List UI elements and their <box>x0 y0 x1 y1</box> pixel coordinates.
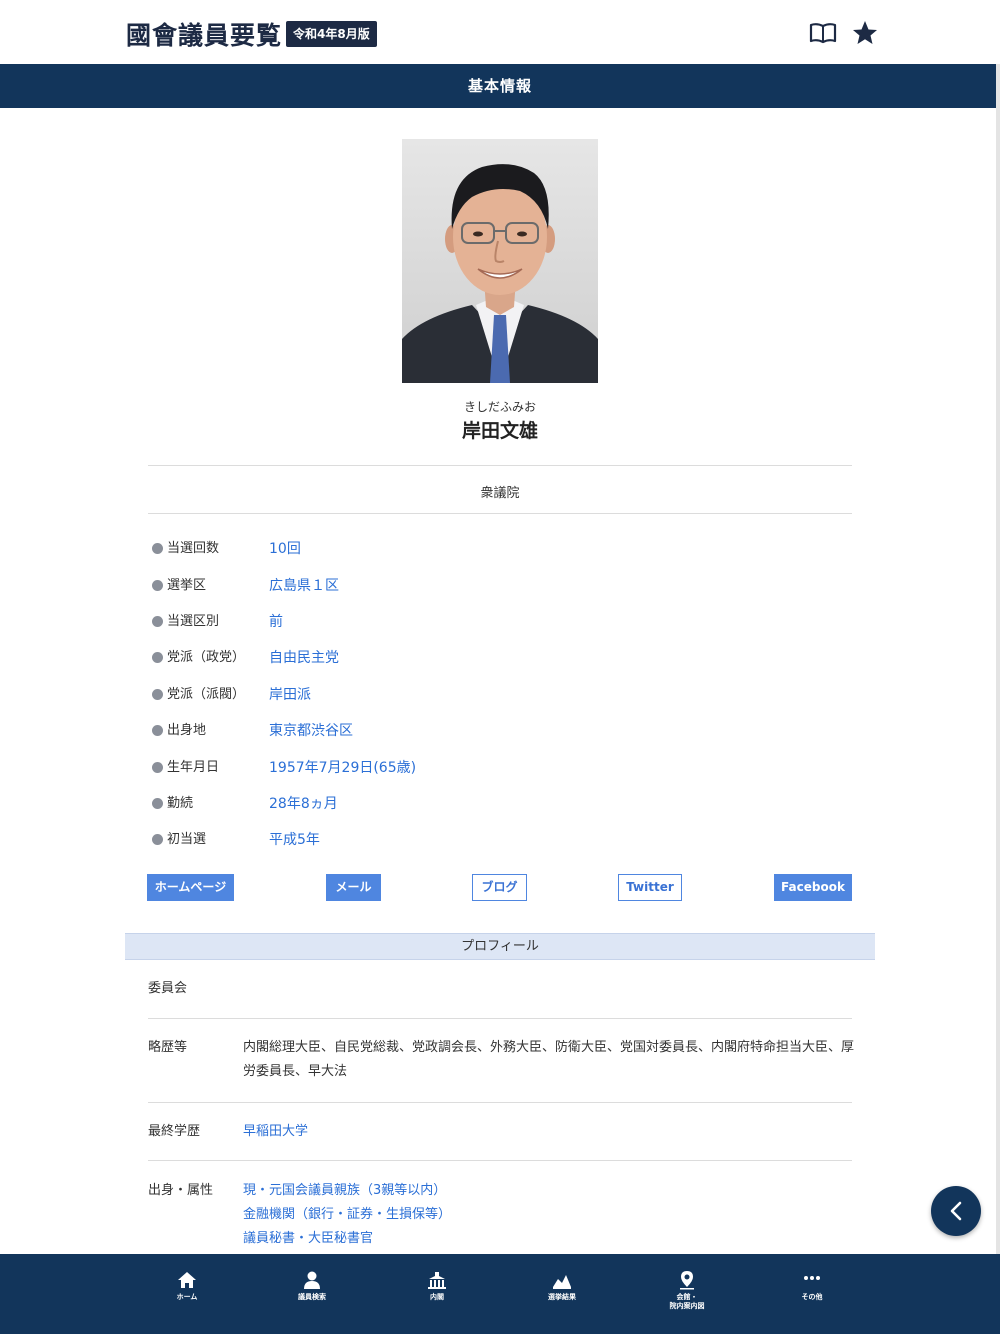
divider <box>148 1160 852 1161</box>
nav-label: 議員検索 <box>298 1293 326 1301</box>
nav-cabinet[interactable]: 内閣 <box>392 1270 482 1302</box>
nav-building-map[interactable]: 会館・ 院内案内図 <box>642 1270 732 1311</box>
profile-header: プロフィール <box>125 933 875 960</box>
twitter-button[interactable]: Twitter <box>618 874 682 901</box>
info-value-link[interactable]: 東京都渋谷区 <box>269 721 353 741</box>
divider <box>148 1102 852 1103</box>
building-icon <box>428 1272 446 1289</box>
education-label: 最終学歴 <box>148 1124 201 1139</box>
bullet-icon <box>152 580 163 591</box>
back-button[interactable] <box>931 1186 981 1236</box>
attributes-label: 出身・属性 <box>148 1183 214 1198</box>
info-value-link[interactable]: 平成5年 <box>269 830 320 850</box>
map-pin-icon <box>680 1271 694 1290</box>
info-value-link[interactable]: 10回 <box>269 539 301 559</box>
bullet-icon <box>152 652 163 663</box>
facebook-button[interactable]: Facebook <box>774 874 852 901</box>
nav-label: 内閣 <box>430 1293 444 1301</box>
bottom-nav: ホーム 議員検索 内閣 選挙結果 会館・ 院内案内図 その他 <box>0 1254 1000 1334</box>
info-value-link[interactable]: 自由民主党 <box>269 648 339 668</box>
info-label: 当選回数 <box>167 541 220 556</box>
homepage-button[interactable]: ホームページ <box>147 874 234 901</box>
info-label: 生年月日 <box>167 760 220 775</box>
nav-member-search[interactable]: 議員検索 <box>267 1270 357 1302</box>
divider <box>148 465 852 466</box>
info-label: 出身地 <box>167 723 207 738</box>
nav-label: その他 <box>801 1293 823 1301</box>
info-label: 選挙区 <box>167 578 207 593</box>
nav-election-results[interactable]: 選挙結果 <box>517 1270 607 1302</box>
top-header: 國會議員要覧 令和4年8月版 <box>0 0 1000 64</box>
divider <box>148 1018 852 1019</box>
info-label: 当選区別 <box>167 614 220 629</box>
attributes-list: 現・元国会議員親族（3親等以内） 金融機関（銀行・証券・生損保等） 議員秘書・大… <box>243 1179 855 1251</box>
education-link[interactable]: 早稲田大学 <box>243 1120 855 1144</box>
career-value: 内閣総理大臣、自民党総裁、党政調会長、外務大臣、防衛大臣、党国対委員長、内閣府特… <box>243 1040 855 1079</box>
edition-badge: 令和4年8月版 <box>286 21 377 47</box>
career-label: 略歴等 <box>148 1040 188 1055</box>
home-icon <box>178 1272 196 1288</box>
bullet-icon <box>152 725 163 736</box>
chart-icon <box>553 1275 571 1289</box>
bullet-icon <box>152 689 163 700</box>
attribute-link[interactable]: 金融機関（銀行・証券・生損保等） <box>243 1203 855 1227</box>
attribute-link[interactable]: 現・元国会議員親族（3親等以内） <box>243 1179 855 1203</box>
chevron-left-icon <box>950 1201 962 1221</box>
member-photo <box>402 139 598 383</box>
bullet-icon <box>152 762 163 773</box>
scrollbar-track[interactable] <box>996 64 1000 1254</box>
star-icon[interactable] <box>850 18 880 48</box>
bullet-icon <box>152 543 163 554</box>
info-label: 勤続 <box>167 796 194 811</box>
education-value: 早稲田大学 <box>243 1120 855 1144</box>
nav-home[interactable]: ホーム <box>142 1270 232 1302</box>
divider <box>148 513 852 514</box>
committee-label: 委員会 <box>148 981 188 996</box>
nav-label: 院内案内図 <box>669 1302 705 1310</box>
more-icon <box>804 1276 820 1280</box>
info-label: 初当選 <box>167 832 207 847</box>
section-title-bar: 基本情報 <box>0 64 1000 108</box>
chamber-label: 衆議院 <box>480 486 520 501</box>
attribute-link[interactable]: 議員秘書・大臣秘書官 <box>243 1227 855 1251</box>
blog-button[interactable]: ブログ <box>472 874 527 901</box>
info-label: 党派（政党） <box>167 650 246 665</box>
info-value-link[interactable]: 広島県１区 <box>269 576 339 596</box>
nav-label: 選挙結果 <box>548 1293 576 1301</box>
info-value-link[interactable]: 28年8ヵ月 <box>269 794 338 814</box>
nav-label: ホーム <box>176 1293 198 1301</box>
bullet-icon <box>152 798 163 809</box>
mail-button[interactable]: メール <box>326 874 381 901</box>
bullet-icon <box>152 616 163 627</box>
nav-more[interactable]: その他 <box>767 1270 857 1302</box>
info-value-link[interactable]: 岸田派 <box>269 685 311 705</box>
app-title: 國會議員要覧 <box>126 21 283 50</box>
person-icon <box>304 1271 320 1289</box>
nav-label: 会館・ <box>676 1293 698 1301</box>
member-name: 岸田文雄 <box>461 420 538 442</box>
info-label: 党派（派閥） <box>167 687 246 702</box>
member-name-kana: きしだふみお <box>463 400 536 414</box>
info-value-link[interactable]: 前 <box>269 612 283 632</box>
book-icon[interactable] <box>808 18 838 48</box>
bullet-icon <box>152 834 163 845</box>
info-value-link[interactable]: 1957年7月29日(65歳) <box>269 758 416 778</box>
